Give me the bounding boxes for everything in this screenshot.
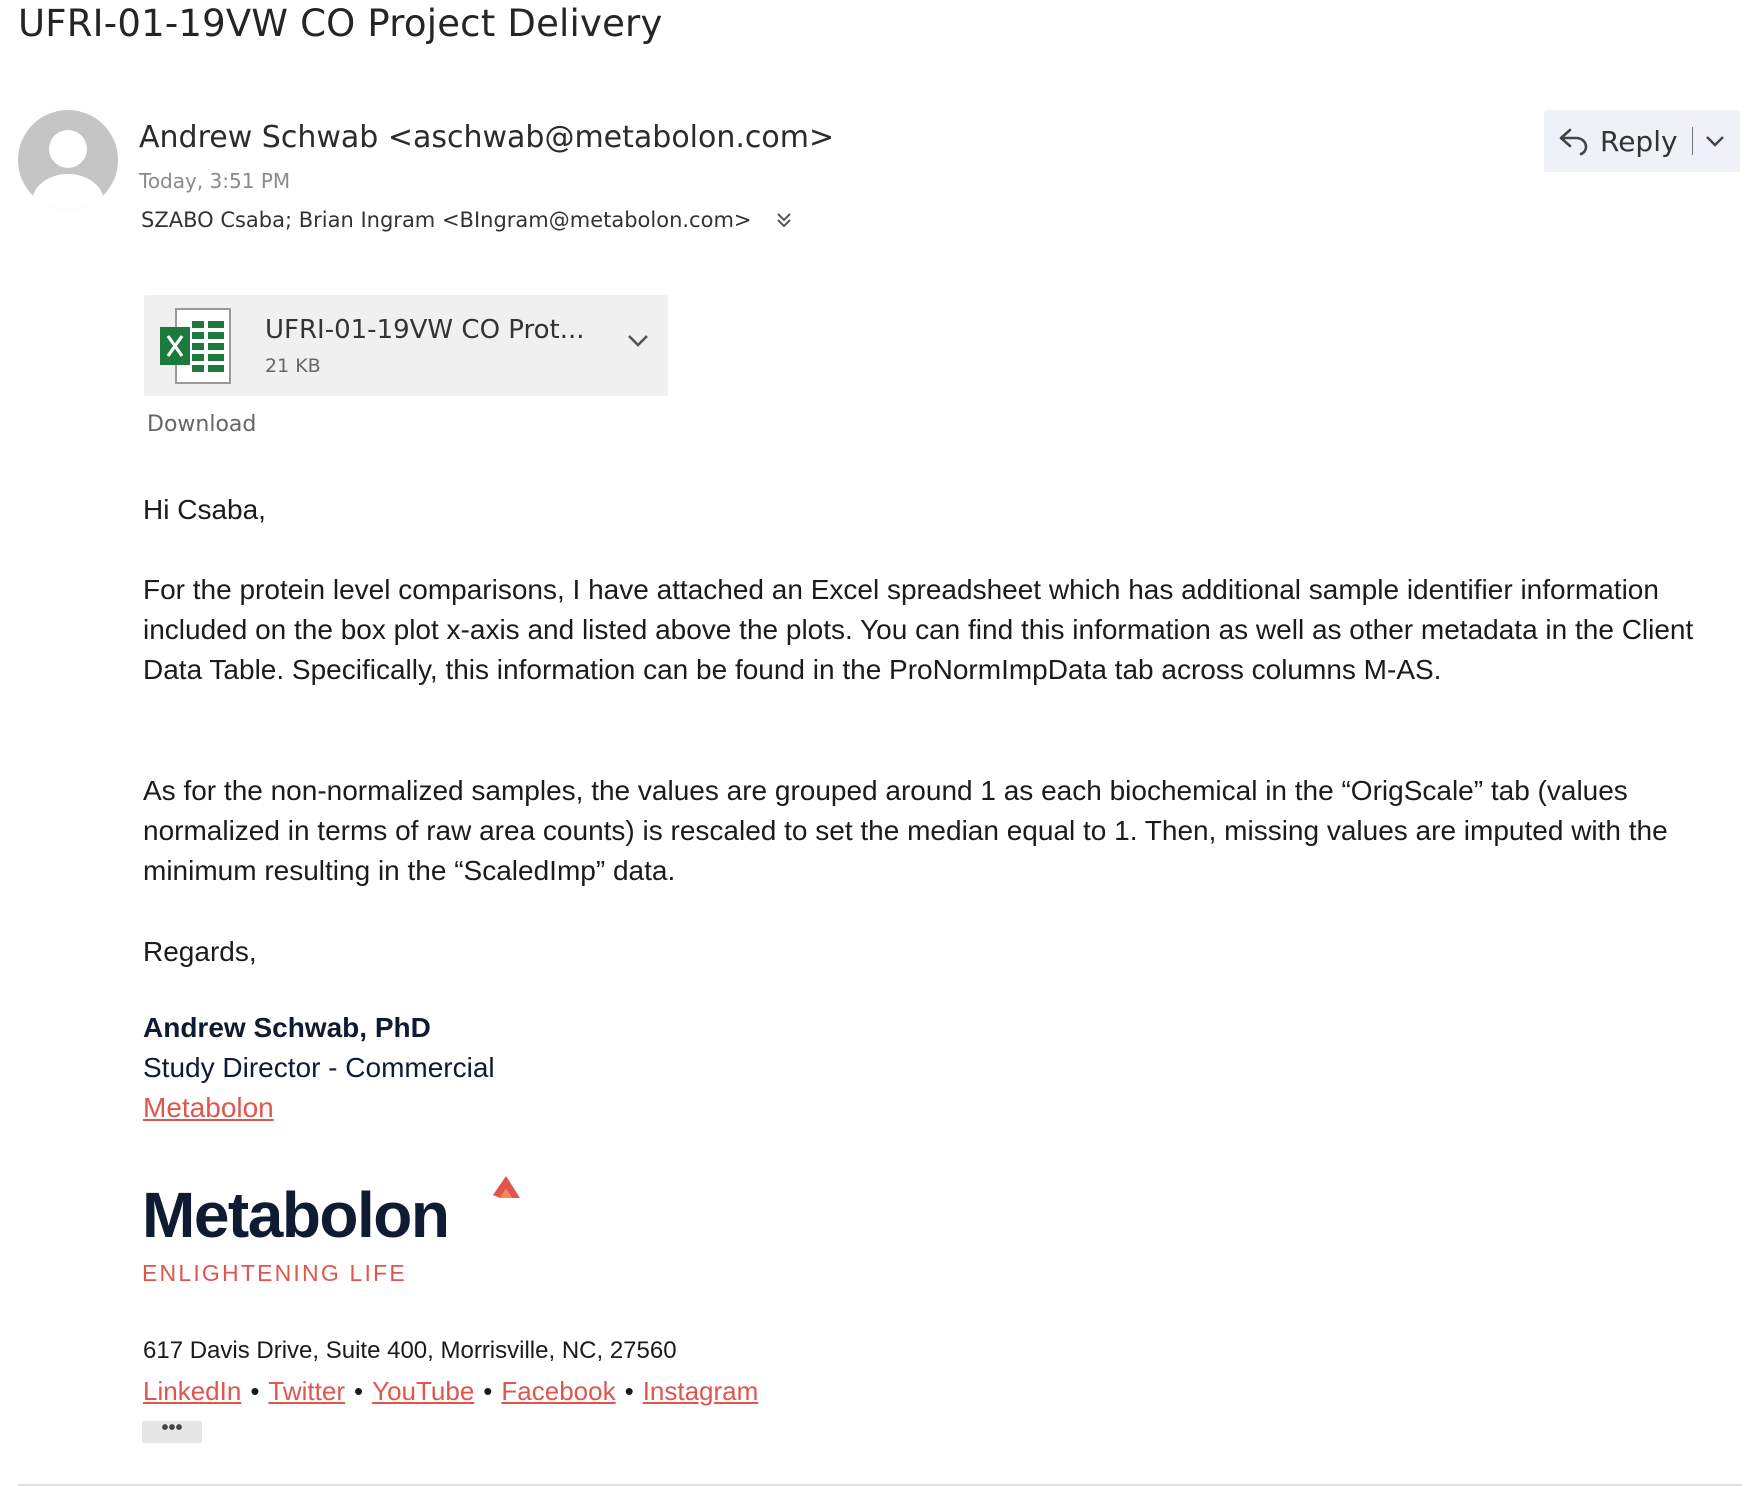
company-link[interactable]: Metabolon <box>143 1092 274 1124</box>
greeting: Hi Csaba, <box>143 494 266 525</box>
body-paragraph-2: As for the non-normalized samples, the v… <box>143 775 1668 886</box>
separator: • <box>250 1376 260 1406</box>
email-subject: UFRI-01-19VW CO Project Delivery <box>18 2 663 45</box>
avatar-icon <box>32 130 104 210</box>
facebook-link[interactable]: Facebook <box>501 1376 615 1406</box>
chevron-down-icon[interactable] <box>625 329 651 353</box>
logo-wordmark: Metabolon <box>142 1179 448 1251</box>
reply-icon <box>1559 128 1588 156</box>
show-more-button[interactable]: ••• <box>142 1418 202 1443</box>
separator: • <box>354 1376 364 1406</box>
separator: • <box>624 1376 634 1406</box>
recipients-text: SZABO Csaba; Brian Ingram <BIngram@metab… <box>141 208 752 232</box>
sender[interactable]: Andrew Schwab <aschwab@metabolon.com> <box>139 120 834 155</box>
body-paragraph-1: For the protein level comparisons, I hav… <box>143 574 1694 685</box>
metabolon-logo: Metabolon ENLIGHTENING LIFE <box>142 1176 520 1286</box>
logo-tagline: ENLIGHTENING LIFE <box>142 1260 407 1286</box>
avatar[interactable] <box>18 110 118 210</box>
signature-title: Study Director - Commercial <box>143 1052 495 1083</box>
youtube-link[interactable]: YouTube <box>372 1376 474 1406</box>
chevron-down-icon[interactable] <box>1703 130 1727 152</box>
attachment-card[interactable]: UFRI-01-19VW CO Prot... 21 KB <box>144 295 668 396</box>
excel-file-icon <box>160 308 231 384</box>
attachment-name: UFRI-01-19VW CO Prot... <box>265 315 585 345</box>
download-link[interactable]: Download <box>147 412 256 437</box>
reply-separator <box>1691 127 1693 155</box>
attachment-size: 21 KB <box>265 355 321 377</box>
twitter-link[interactable]: Twitter <box>268 1376 345 1406</box>
separator: • <box>483 1376 493 1406</box>
linkedin-link[interactable]: LinkedIn <box>143 1376 241 1406</box>
address: 617 Davis Drive, Suite 400, Morrisville,… <box>143 1337 677 1364</box>
sent-date: Today, 3:51 PM <box>139 169 291 193</box>
reply-label: Reply <box>1600 124 1678 158</box>
social-links: LinkedIn • Twitter • YouTube • Facebook • Instag… <box>143 1376 758 1407</box>
signature-name: Andrew Schwab, PhD <box>143 1012 431 1043</box>
recipients-line[interactable]: SZABO Csaba; Brian Ingram <BIngram@metab… <box>141 208 794 232</box>
expand-recipients-icon[interactable] <box>774 210 794 230</box>
closing: Regards, <box>143 936 257 967</box>
instagram-link[interactable]: Instagram <box>643 1376 759 1406</box>
reply-button[interactable]: Reply <box>1544 110 1740 172</box>
